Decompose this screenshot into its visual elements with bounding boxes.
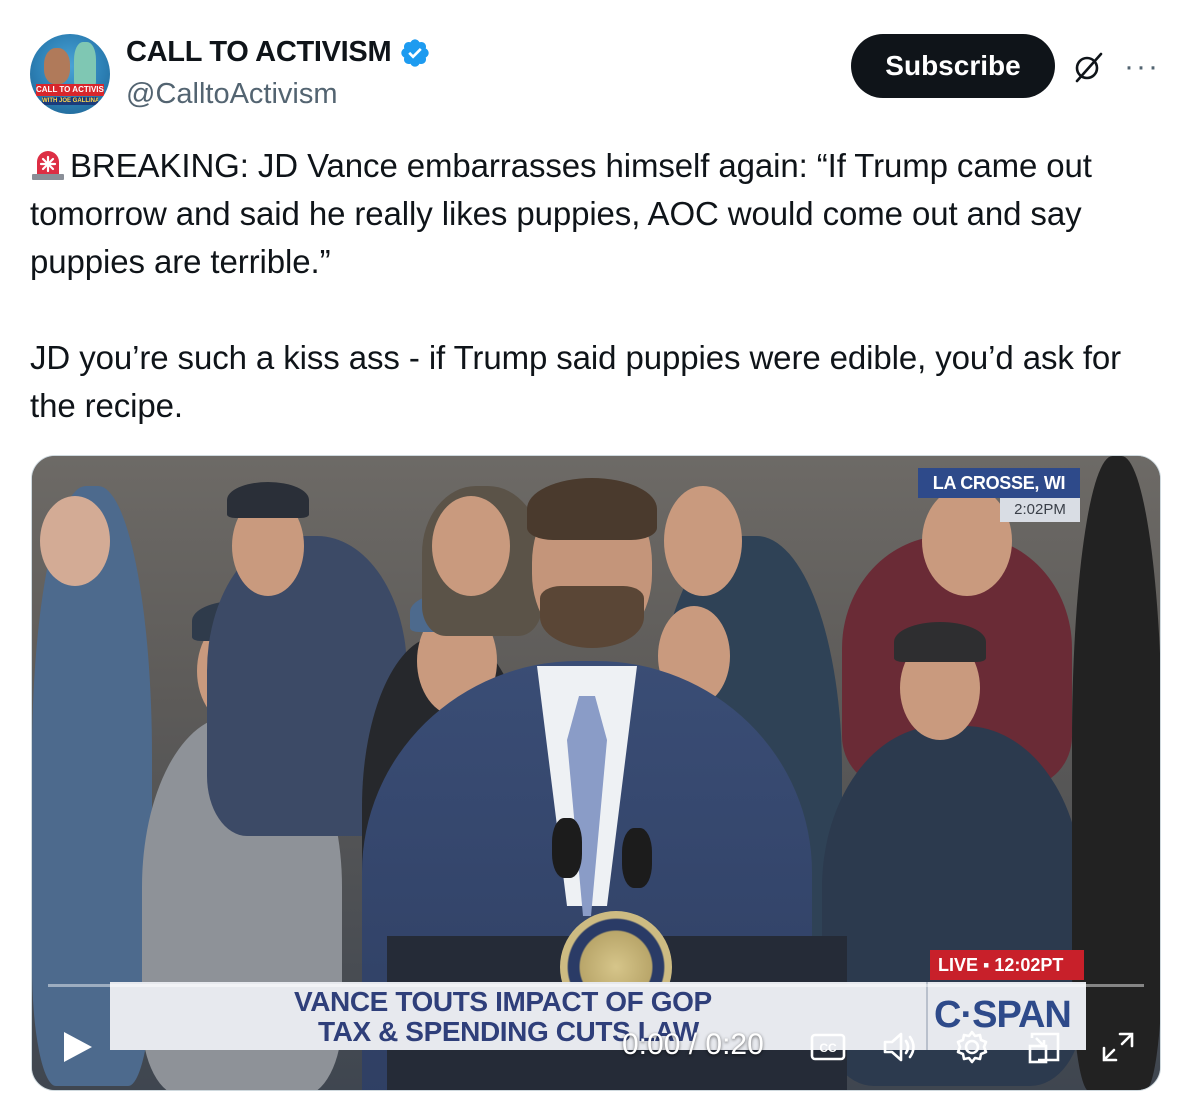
gear-icon[interactable]: [952, 1028, 992, 1066]
closed-captions-icon[interactable]: CC: [808, 1028, 848, 1066]
time-display: 0:00 / 0:20: [622, 1028, 764, 1061]
avatar-face: [44, 48, 70, 84]
tweet-text-container: BREAKING: JD Vance embarrasses himself a…: [30, 142, 1160, 430]
crowd-head: [432, 496, 510, 596]
location-overlay: LA CROSSE, WI: [918, 468, 1080, 498]
play-icon[interactable]: [60, 1030, 94, 1064]
speaker-hair: [527, 478, 657, 540]
avatar-banner: CALL TO ACTIVISM: [36, 84, 104, 96]
author-avatar[interactable]: CALL TO ACTIVISM WITH JOE GALLINA: [30, 34, 110, 114]
tweet-header: CALL TO ACTIVISM WITH JOE GALLINA CALL T…: [30, 34, 1160, 116]
more-options-button[interactable]: ···: [1124, 50, 1160, 84]
picture-in-picture-icon[interactable]: [1024, 1028, 1064, 1066]
grok-icon[interactable]: [1072, 50, 1106, 84]
avatar-subbanner: WITH JOE GALLINA: [42, 97, 98, 105]
microphone: [552, 818, 582, 878]
clock-overlay: 2:02PM: [1000, 498, 1080, 522]
rotating-light-emoji-icon: [32, 151, 64, 180]
crowd-head: [664, 486, 742, 596]
volume-icon[interactable]: [880, 1028, 920, 1066]
verified-badge-icon[interactable]: [399, 37, 431, 69]
avatar-statue: [74, 42, 96, 86]
video-player[interactable]: LA CROSSE, WI 2:02PM LIVE ▪ 12:02PT VANC…: [31, 455, 1161, 1091]
chyron-line-1: VANCE TOUTS IMPACT OF GOP: [294, 986, 712, 1017]
subscribe-button[interactable]: Subscribe: [851, 34, 1055, 98]
progress-bar[interactable]: [48, 984, 1144, 987]
tweet-text: BREAKING: JD Vance embarrasses himself a…: [30, 147, 1122, 424]
author-name-row: CALL TO ACTIVISM: [126, 36, 431, 69]
video-controls: 0:00 / 0:20 CC: [32, 1016, 1160, 1076]
speaker-beard: [540, 586, 644, 648]
crowd-head: [40, 496, 110, 586]
crowd-head: [922, 486, 1012, 596]
author-handle[interactable]: @CalltoActivism: [126, 78, 338, 111]
svg-text:CC: CC: [819, 1041, 837, 1055]
crowd-cap: [894, 622, 986, 662]
crowd-cap: [227, 482, 309, 518]
fullscreen-icon[interactable]: [1098, 1028, 1138, 1066]
microphone: [622, 828, 652, 888]
author-display-name[interactable]: CALL TO ACTIVISM: [126, 36, 392, 69]
live-tag: LIVE ▪ 12:02PT: [930, 950, 1084, 980]
